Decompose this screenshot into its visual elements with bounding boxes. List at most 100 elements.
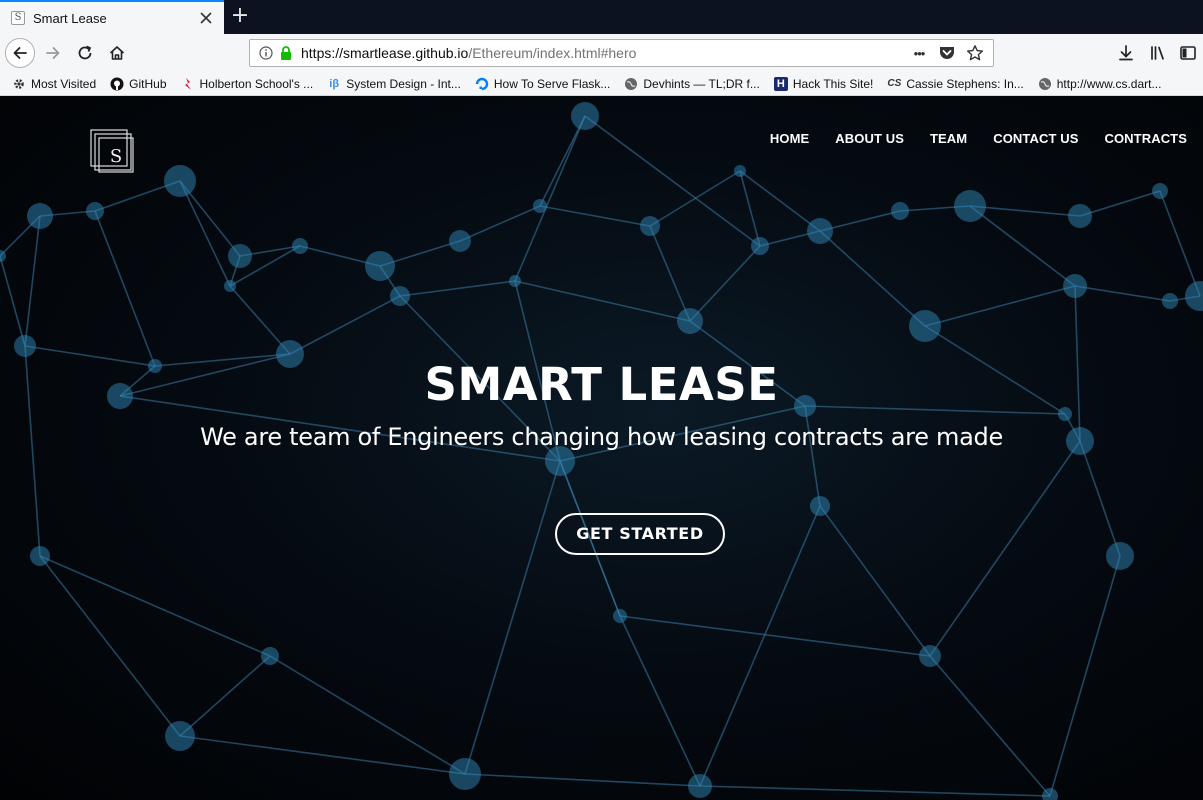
info-icon[interactable] [259, 46, 273, 60]
bookmark-devhints[interactable]: Devhints — TL;DR f... [624, 76, 760, 91]
ib-icon: iβ [329, 77, 340, 90]
network-line [459, 205, 541, 242]
bookmark-most-visited[interactable]: Most Visited [12, 77, 96, 91]
site-navigation: HOME ABOUT US TEAM CONTACT US CONTRACTS [744, 131, 1187, 146]
nav-link-contact-us[interactable]: CONTACT US [993, 131, 1078, 146]
network-line [739, 170, 821, 232]
pocket-button[interactable] [935, 42, 959, 64]
network-line [819, 230, 926, 327]
back-button[interactable] [5, 38, 35, 68]
network-node [640, 216, 660, 236]
network-node [1106, 542, 1134, 570]
reload-button[interactable] [70, 38, 100, 68]
bookmark-holberton[interactable]: Holberton School's ... [181, 77, 313, 91]
home-button[interactable] [102, 38, 132, 68]
bookmark-label: Most Visited [31, 76, 97, 91]
network-node [1063, 274, 1087, 298]
network-node [390, 286, 410, 306]
gear-icon [14, 78, 24, 89]
network-line [399, 280, 516, 297]
bookmark-hackthissite[interactable]: H Hack This Site! [773, 76, 873, 91]
network-node [449, 230, 471, 252]
page-actions-button[interactable]: ••• [907, 42, 931, 64]
bookmark-system-design[interactable]: iβ System Design - Int... [327, 77, 461, 91]
network-node [688, 774, 712, 798]
network-node [365, 251, 395, 281]
network-line [929, 440, 1081, 657]
network-line [464, 460, 561, 775]
network-node [165, 721, 195, 751]
holberton-icon [184, 77, 191, 90]
network-node [807, 218, 833, 244]
network-node [954, 190, 986, 222]
network-node [533, 199, 547, 213]
network-node [1068, 204, 1092, 228]
network-node [1162, 293, 1178, 309]
new-tab-button[interactable]: + [229, 5, 251, 27]
network-node [919, 645, 941, 667]
nav-link-contracts[interactable]: CONTRACTS [1104, 131, 1187, 146]
network-line [619, 615, 931, 657]
bookmark-dartmouth[interactable]: http://www.cs.dart... [1038, 77, 1161, 91]
network-node [228, 244, 252, 268]
network-line [94, 210, 156, 367]
hero-section: S HOME ABOUT US TEAM CONTACT US CONTRACT… [0, 96, 1203, 800]
bookmark-star-button[interactable] [963, 42, 987, 64]
tab-favicon-icon: S [11, 11, 25, 25]
network-line [269, 655, 466, 775]
site-logo[interactable]: S [90, 129, 136, 175]
network-line [929, 655, 1051, 797]
network-line [539, 205, 651, 227]
close-icon[interactable] [198, 10, 214, 26]
network-line [649, 225, 691, 322]
library-button[interactable] [1143, 38, 1173, 68]
network-line [0, 255, 26, 347]
network-node [1152, 183, 1168, 199]
network-line [739, 170, 761, 247]
active-tab[interactable]: S Smart Lease [0, 0, 224, 34]
network-node [1185, 281, 1203, 311]
digitalocean-icon [475, 77, 489, 90]
bookmark-label: Cassie Stephens: In... [906, 76, 1024, 91]
bookmark-label: Devhints — TL;DR f... [643, 76, 760, 91]
network-node [751, 237, 769, 255]
library-icon [1151, 46, 1164, 60]
network-node [27, 203, 53, 229]
network-node [30, 546, 50, 566]
arrow-left-icon [13, 47, 27, 59]
hero-subtitle: We are team of Engineers changing how le… [200, 423, 1003, 451]
bookmark-cassie[interactable]: CS Cassie Stephens: In... [887, 77, 1023, 91]
network-line [1079, 190, 1161, 217]
url-path: /Ethereum/index.html#hero [468, 45, 637, 61]
lock-icon[interactable] [280, 46, 292, 60]
download-icon [1119, 45, 1133, 61]
url-text[interactable]: https://smartlease.github.io/Ethereum/in… [301, 45, 903, 61]
network-line [514, 115, 586, 282]
reload-icon [78, 45, 92, 60]
url-host: https://smartlease.github.io [301, 45, 469, 61]
network-node [677, 308, 703, 334]
network-node [292, 238, 308, 254]
network-node [509, 275, 521, 287]
star-icon [967, 45, 983, 61]
get-started-button[interactable]: GET STARTED [555, 513, 725, 555]
bookmark-github[interactable]: GitHub [110, 76, 167, 91]
page-actions: ••• [903, 42, 987, 64]
bookmark-flask[interactable]: How To Serve Flask... [475, 77, 610, 91]
network-node [810, 496, 830, 516]
bookmark-label: GitHub [129, 76, 167, 91]
network-line [969, 205, 1081, 217]
network-node [891, 202, 909, 220]
nav-link-home[interactable]: HOME [770, 131, 809, 146]
downloads-button[interactable] [1111, 38, 1141, 68]
forward-button[interactable] [38, 38, 68, 68]
address-bar[interactable]: https://smartlease.github.io/Ethereum/in… [249, 39, 994, 67]
network-line [39, 555, 271, 657]
nav-link-about-us[interactable]: ABOUT US [835, 131, 904, 146]
network-line [539, 115, 586, 207]
nav-link-team[interactable]: TEAM [930, 131, 967, 146]
hackthissite-icon: H [773, 76, 788, 91]
sidebar-button[interactable] [1173, 38, 1203, 68]
arrow-right-icon [46, 47, 60, 59]
network-line [584, 115, 761, 247]
